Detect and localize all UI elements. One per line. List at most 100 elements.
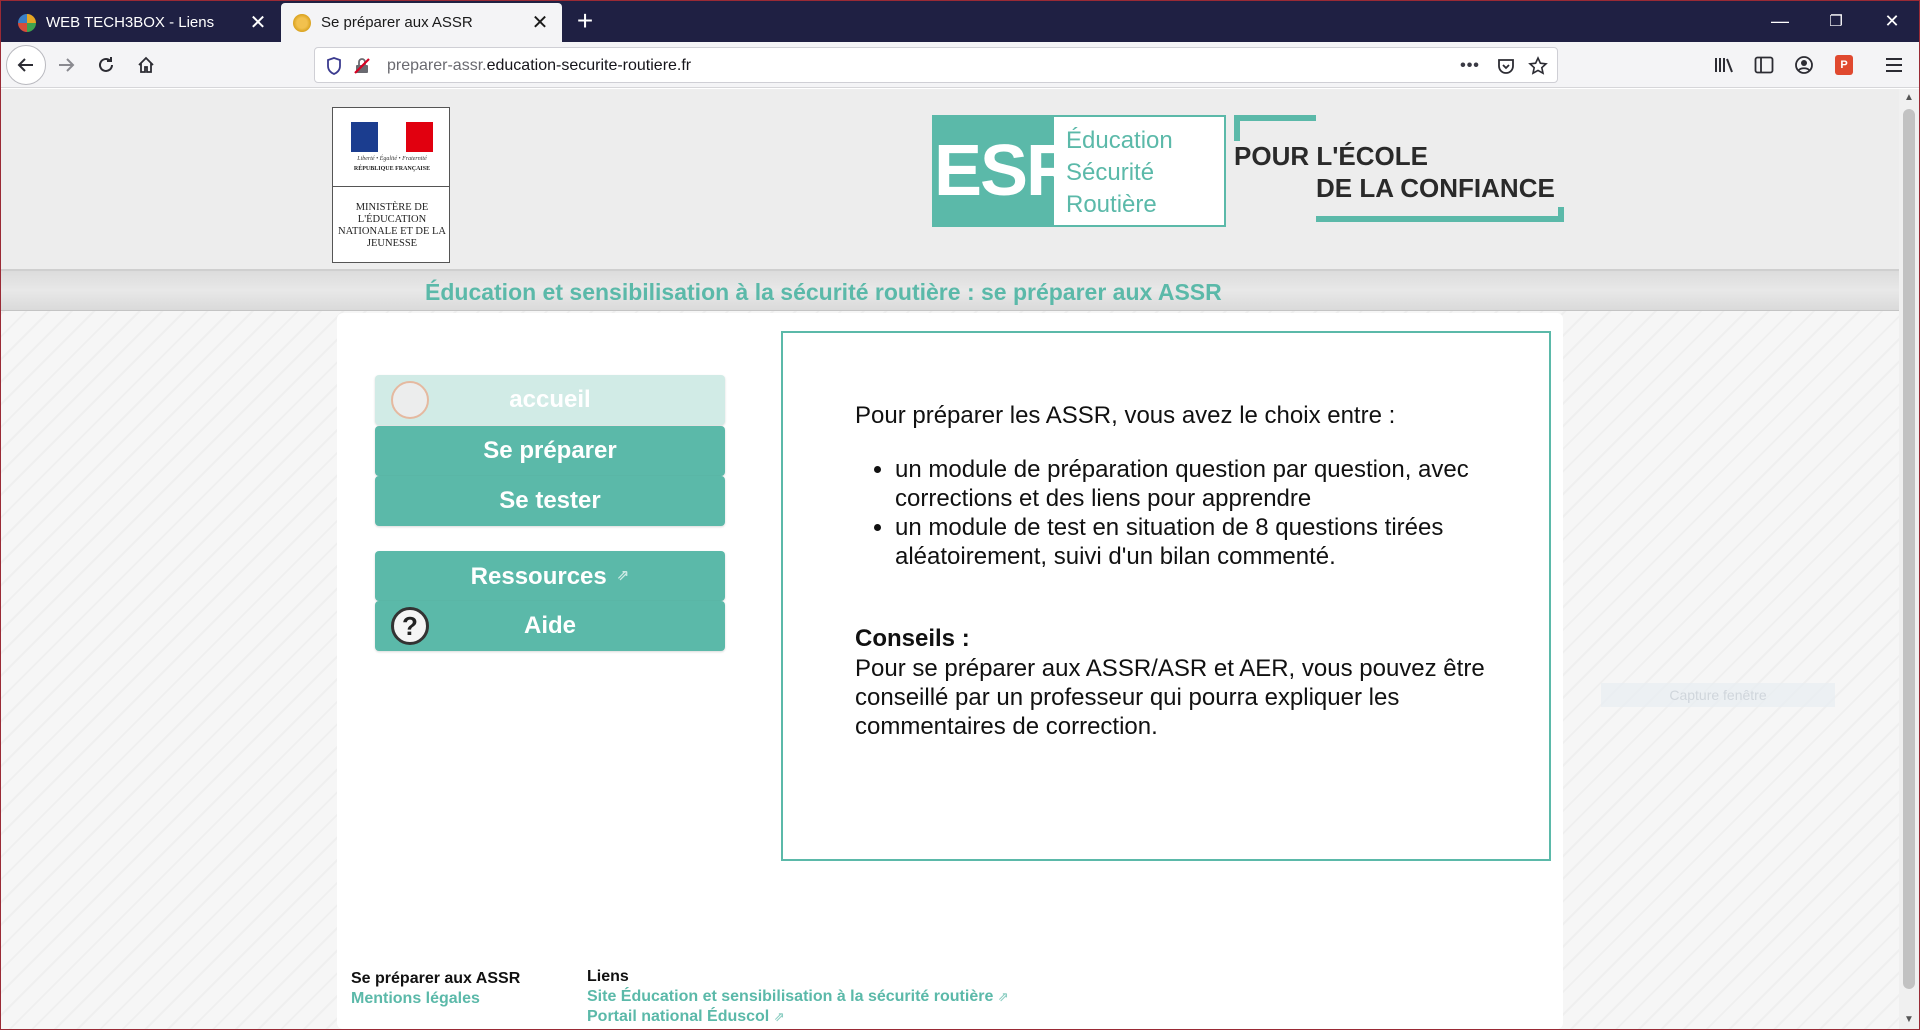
forward-button[interactable] <box>48 47 84 83</box>
url-prefix: preparer-assr. <box>387 57 487 74</box>
footer-title: Se préparer aux ASSR <box>351 970 521 987</box>
tab-title: Se préparer aux ASSR <box>321 14 473 31</box>
external-link-icon: ⇗ <box>616 567 630 584</box>
slogan-line-2: DE LA CONFIANCE <box>1316 173 1555 203</box>
arrow-left-icon <box>17 58 33 72</box>
esr-word: Éducation <box>1066 127 1173 154</box>
reload-icon <box>99 57 113 72</box>
esr-logo[interactable]: ESR Éducation Sécurité Routière <box>932 115 1226 227</box>
tab-web-tech3box[interactable]: WEB TECH3BOX - Liens ✕ <box>6 3 280 42</box>
tab-close-icon[interactable]: ✕ <box>248 13 268 33</box>
logo-divider <box>333 186 449 187</box>
logo-motto: Liberté • Égalité • Fraternité <box>357 156 427 162</box>
info-panel: Pour préparer les ASSR, vous avez le cho… <box>781 331 1551 861</box>
slogan-bar <box>1316 216 1564 222</box>
test-button[interactable]: Se tester <box>375 476 725 526</box>
account-icon <box>1795 56 1813 74</box>
slogan-bar <box>1234 115 1316 121</box>
tab-title: WEB TECH3BOX - Liens <box>46 14 215 31</box>
tab-bar: WEB TECH3BOX - Liens ✕ Se préparer aux A… <box>0 0 1920 42</box>
content-box: accueil Se préparer Se tester Ressources… <box>337 313 1563 1029</box>
footer-column-1: Se préparer aux ASSR Mentions légales <box>351 969 520 1009</box>
advice-title: Conseils : <box>855 625 970 652</box>
library-icon <box>1715 58 1733 73</box>
list-item: un module de test en situation de 8 ques… <box>895 513 1485 571</box>
external-link-icon: ⇗ <box>773 1009 785 1024</box>
legal-link[interactable]: Mentions légales <box>351 989 520 1009</box>
sidebar-icon <box>1754 56 1774 74</box>
footer-links-title: Liens <box>587 968 629 985</box>
list-item: un module de préparation question par qu… <box>895 455 1485 513</box>
ministry-logo[interactable]: Liberté • Égalité • Fraternité RÉPUBLIQU… <box>332 107 450 263</box>
hamburger-menu-icon <box>1886 58 1902 72</box>
extension-button[interactable]: P <box>1826 47 1862 83</box>
advice-text: Pour se préparer aux ASSR/ASR et AER, vo… <box>855 655 1485 740</box>
prepare-button[interactable]: Se préparer <box>375 426 725 476</box>
ghost-overlay-label: Capture fenêtre <box>1601 683 1835 707</box>
help-label: Aide <box>523 612 576 639</box>
sidebar-button[interactable] <box>1746 47 1782 83</box>
url-text[interactable]: preparer-assr.education-securite-routier… <box>387 57 691 75</box>
tab-se-preparer-assr[interactable]: Se préparer aux ASSR ✕ <box>281 3 562 42</box>
resources-button[interactable]: Ressources ⇗ <box>375 551 725 601</box>
eduscol-link-label: Portail national Éduscol <box>587 1008 770 1025</box>
url-domain: education-securite-routiere.fr <box>486 57 692 74</box>
help-icon: ? <box>391 607 429 645</box>
minimize-button[interactable]: — <box>1752 0 1808 42</box>
esr-word: Routière <box>1066 191 1157 218</box>
extension-icon: P <box>1835 55 1853 75</box>
shield-icon[interactable] <box>323 55 345 77</box>
scroll-up-icon[interactable]: ▲ <box>1899 89 1919 107</box>
bookmark-star-icon[interactable] <box>1527 55 1549 77</box>
back-button[interactable] <box>6 45 46 85</box>
footer-column-2: Liens Site Éducation et sensibilisation … <box>587 967 1009 1027</box>
scroll-down-icon[interactable]: ▼ <box>1899 1011 1919 1029</box>
tab-close-icon[interactable]: ✕ <box>530 13 550 33</box>
close-window-button[interactable]: ✕ <box>1864 0 1920 42</box>
esr-mark: ESR <box>934 117 1078 225</box>
prepare-label: Se préparer <box>483 437 617 464</box>
menu-button[interactable] <box>1876 47 1912 83</box>
test-label: Se tester <box>499 487 601 514</box>
info-list: un module de préparation question par qu… <box>895 455 1485 571</box>
web-page: Liberté • Égalité • Fraternité RÉPUBLIQU… <box>1 89 1899 1029</box>
esr-site-link-label: Site Éducation et sensibilisation à la s… <box>587 988 994 1005</box>
slogan-bar <box>1558 207 1564 222</box>
esr-word: Sécurité <box>1066 159 1155 186</box>
scroll-thumb[interactable] <box>1903 109 1915 989</box>
help-button[interactable]: ? Aide <box>375 601 725 651</box>
page-subtitle: Éducation et sensibilisation à la sécuri… <box>425 279 1222 305</box>
home-button[interactable] <box>128 47 164 83</box>
account-button[interactable] <box>1786 47 1822 83</box>
pocket-icon[interactable] <box>1495 55 1517 77</box>
slogan-bar <box>1234 115 1240 141</box>
site-header: Liberté • Égalité • Fraternité RÉPUBLIQU… <box>1 89 1899 271</box>
home-menu-button[interactable]: accueil <box>375 375 725 425</box>
page-actions-icon[interactable]: ••• <box>1459 55 1481 77</box>
marianne-flag-icon <box>351 122 433 152</box>
slogan-line-1: POUR L'ÉCOLE <box>1234 141 1428 171</box>
page-scrollbar[interactable]: ▲ ▼ <box>1899 89 1919 1029</box>
library-button[interactable] <box>1706 47 1742 83</box>
esr-site-link[interactable]: Site Éducation et sensibilisation à la s… <box>587 987 1009 1007</box>
external-link-icon: ⇗ <box>997 989 1009 1004</box>
home-icon <box>391 381 429 419</box>
resources-label: Ressources <box>470 563 607 590</box>
subtitle-band: Éducation et sensibilisation à la sécuri… <box>1 271 1899 311</box>
info-intro: Pour préparer les ASSR, vous avez le cho… <box>855 402 1396 429</box>
navigation-toolbar: preparer-assr.education-securite-routier… <box>0 42 1920 88</box>
restore-button[interactable]: ❐ <box>1808 0 1864 42</box>
logo-republic: RÉPUBLIQUE FRANÇAISE <box>353 166 431 172</box>
insecure-lock-icon[interactable] <box>351 55 373 77</box>
slogan: POUR L'ÉCOLE DE LA CONFIANCE <box>1234 115 1564 227</box>
reload-button[interactable] <box>88 47 124 83</box>
tech3box-favicon-icon <box>18 13 36 32</box>
home-menu-label: accueil <box>509 386 591 413</box>
assr-favicon-icon <box>293 13 311 32</box>
url-bar[interactable]: preparer-assr.education-securite-routier… <box>314 47 1558 83</box>
esr-words: Éducation Sécurité Routière <box>1066 125 1173 221</box>
new-tab-button[interactable]: + <box>570 6 600 36</box>
eduscol-link[interactable]: Portail national Éduscol ⇗ <box>587 1007 1009 1027</box>
logo-ministry: MINISTÈRE DE L'ÉDUCATION NATIONALE ET DE… <box>338 202 446 249</box>
arrow-right-icon <box>59 58 75 72</box>
